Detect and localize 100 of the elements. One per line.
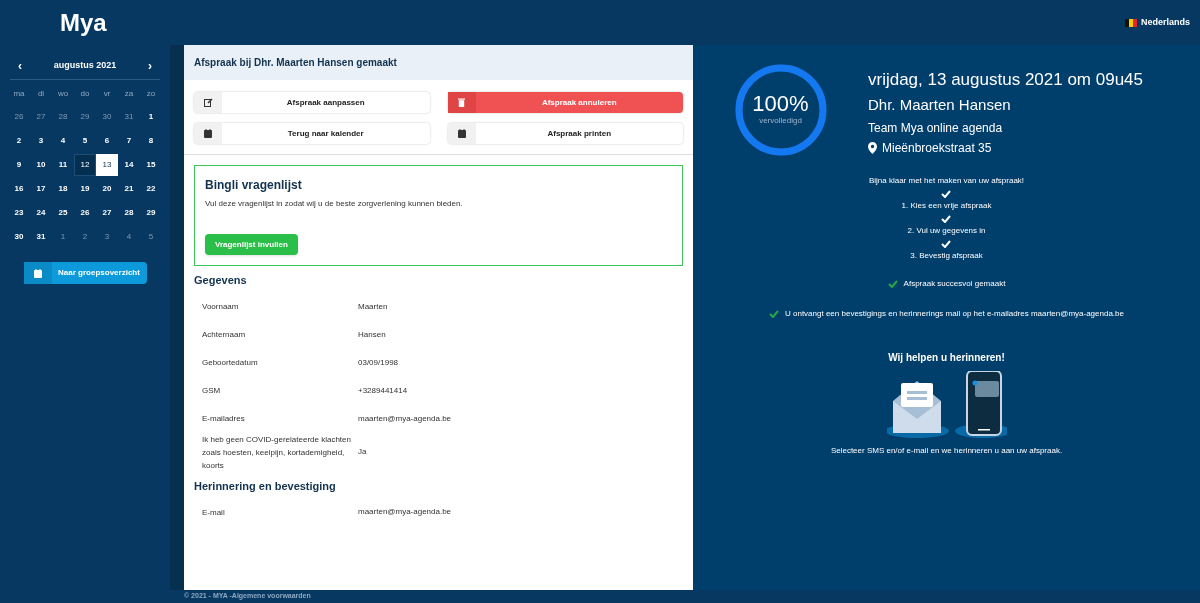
reminder-text: Selecteer SMS en/of e-mail en we herinneren u aan uw afspraak. [830, 445, 1063, 457]
calendar-day[interactable]: 21 [118, 178, 140, 200]
calendar-day[interactable]: 31 [30, 226, 52, 248]
questionnaire-text: Vul deze vragenlijst in zodat wij u de beste zorgverlening kunnen bieden. [205, 198, 464, 210]
calendar-day[interactable]: 26 [8, 106, 30, 128]
address: Mieënbroekstraat 35 [882, 139, 992, 157]
calendar-day[interactable]: 9 [8, 154, 30, 176]
weekday-label: wo [56, 88, 70, 100]
confirmation-message: U ontvangt een bevestigings en herinnerings mail op het e-mailadres maarten@mya-agenda.be [785, 308, 1124, 320]
field-label: E-mailadres [202, 413, 246, 425]
weekday-label: do [79, 88, 91, 100]
weekday-label: zo [145, 88, 157, 100]
calendar-day[interactable]: 5 [74, 130, 96, 152]
calendar-day[interactable]: 28 [118, 202, 140, 224]
calendar-day[interactable]: 25 [52, 202, 74, 224]
calendar-day[interactable]: 8 [140, 130, 162, 152]
field-label: Voornaam [202, 301, 240, 313]
calendar-day[interactable]: 15 [140, 154, 162, 176]
calendar-day[interactable]: 3 [30, 130, 52, 152]
calendar-day[interactable]: 2 [8, 130, 30, 152]
calendar-day[interactable]: 27 [96, 202, 118, 224]
step-label: 1. Kies een vrije afspraak [901, 200, 992, 212]
field-label: Ik heb geen COVID-gerelateerde klachten zoals hoesten, keelpijn, kortademigheid, koorts [202, 433, 352, 472]
calendar-day[interactable]: 29 [140, 202, 162, 224]
logo: Mya [60, 10, 107, 35]
check-icon [769, 310, 779, 318]
calendar-month: augustus 2021 [53, 59, 117, 73]
field-value: maarten@mya-agenda.be [358, 506, 452, 518]
calendar-icon [204, 129, 212, 138]
step-label: 3. Bevestig afspraak [910, 250, 983, 262]
action-button[interactable]: Afspraak aanpassen [194, 92, 430, 113]
field-label: Geboortedatum [202, 357, 259, 369]
calendar-day[interactable]: 17 [30, 178, 52, 200]
section-title: Herinnering en bevestiging [194, 478, 337, 494]
field-value: maarten@mya-agenda.be [358, 412, 452, 425]
field-label: Achternaam [202, 329, 247, 341]
calendar-day[interactable]: 10 [30, 154, 52, 176]
language-selector[interactable]: Nederlands [1140, 15, 1190, 30]
appointment-datetime: vrijdag, 13 augustus 2021 om 09u45 [868, 69, 1144, 91]
calendar-day[interactable]: 11 [52, 154, 74, 176]
calendar-day[interactable]: 26 [74, 202, 96, 224]
calendar-day[interactable]: 6 [96, 130, 118, 152]
calendar-day[interactable]: 5 [140, 226, 162, 248]
field-value: +3289441414 [358, 384, 408, 397]
field-value: Ja [358, 446, 367, 458]
field-value: 03/09/1998 [358, 356, 399, 369]
questionnaire-title: Bingli vragenlijst [205, 177, 303, 194]
weekday-label: za [123, 88, 135, 100]
calendar-day[interactable]: 4 [52, 130, 74, 152]
progress-intro: Bijna klaar met het maken van uw afspraak! [868, 175, 1025, 187]
calendar-day[interactable]: 27 [30, 106, 52, 128]
calendar-icon [457, 129, 466, 138]
check-icon [941, 214, 952, 223]
check-icon [941, 239, 952, 248]
calendar-day[interactable]: 1 [140, 106, 162, 128]
next-month-button[interactable]: › [140, 57, 160, 75]
step-label: 2. Vul uw gegevens in [907, 225, 986, 237]
calendar-day[interactable]: 14 [118, 154, 140, 176]
calendar-day[interactable]: 20 [96, 178, 118, 200]
practitioner-name: Dhr. Maarten Hansen [868, 95, 1012, 116]
calendar-day[interactable]: 28 [52, 106, 74, 128]
calendar-day[interactable]: 18 [52, 178, 74, 200]
weekday-label: vr [102, 88, 112, 100]
location-pin-icon [868, 141, 877, 154]
trash-icon [458, 98, 465, 107]
calendar-day[interactable]: 29 [74, 106, 96, 128]
previous-month-button[interactable]: ‹ [10, 57, 30, 75]
calendar-day[interactable]: 4 [118, 226, 140, 248]
calendar-day[interactable]: 3 [96, 226, 118, 248]
field-value: Hansen [358, 328, 386, 341]
calendar-day[interactable]: 22 [140, 178, 162, 200]
calendar-icon [33, 268, 42, 278]
action-button[interactable]: Afspraak printen [447, 123, 683, 144]
check-icon [941, 189, 952, 198]
team-name: Team Mya online agenda [868, 119, 1004, 137]
weekday-label: ma [12, 88, 26, 100]
calendar-day[interactable]: 16 [8, 178, 30, 200]
field-value: Maarten [358, 300, 388, 313]
calendar-day[interactable]: 1 [52, 226, 74, 248]
calendar-day[interactable]: 30 [8, 226, 30, 248]
confirmation-title: Afspraak bij Dhr. Maarten Hansen gemaakt [194, 56, 397, 70]
action-button[interactable]: Terug naar kalender [194, 123, 430, 144]
section-title: Gegevens [194, 273, 248, 288]
calendar-day[interactable]: 30 [96, 106, 118, 128]
calendar-day[interactable]: 23 [8, 202, 30, 224]
progress-percent: 100% [752, 93, 809, 115]
calendar-day[interactable]: 7 [118, 130, 140, 152]
calendar-day[interactable]: 19 [74, 178, 96, 200]
field-label: E-mail [202, 506, 226, 519]
calendar-day[interactable]: 13 [96, 154, 118, 176]
confirmation-message: Afspraak succesvol gemaakt [903, 278, 1006, 290]
calendar-day[interactable]: 12 [74, 154, 96, 176]
belgian-flag-icon [1124, 18, 1137, 27]
weekday-label: di [36, 88, 46, 100]
check-icon [887, 280, 898, 288]
calendar-day[interactable]: 2 [74, 226, 96, 248]
calendar-day[interactable]: 31 [118, 106, 140, 128]
edit-icon [203, 98, 213, 107]
calendar-day[interactable]: 24 [30, 202, 52, 224]
reminder-title: Wij helpen u herinneren! [888, 351, 1005, 365]
